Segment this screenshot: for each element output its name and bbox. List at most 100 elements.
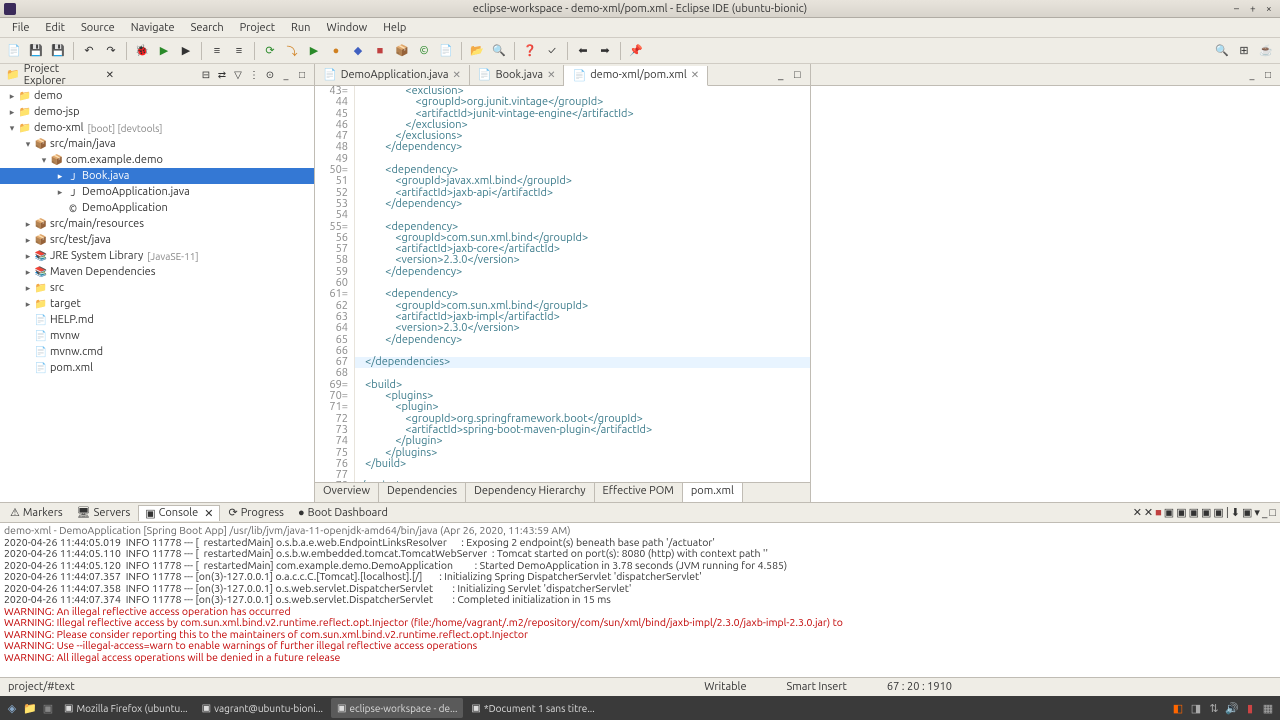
tree-item[interactable]: ▾📦com.example.demo [0,152,314,168]
quick-access-button[interactable]: 🔍 [1212,41,1232,61]
bottom-tab[interactable]: Dependencies [379,483,466,502]
console-toolbar-button[interactable]: ▣ [1242,506,1252,519]
console-toolbar-button[interactable]: ✕ [1144,506,1153,519]
link-editor-button[interactable]: ⇄ [216,69,228,81]
toggle-button[interactable]: ≡ [207,41,227,61]
tree-item[interactable]: ▸📚Maven Dependencies [0,264,314,280]
console-toolbar-button[interactable]: | [1226,507,1229,519]
toggle2-button[interactable]: ≡ [229,41,249,61]
maximize-button[interactable]: + [1250,4,1260,14]
minimize-outline-button[interactable]: _ [1246,69,1258,81]
tree-item[interactable]: ▸📦src/test/java [0,232,314,248]
editor-tab[interactable]: 📄Book.java✕ [470,65,565,85]
bottom-tab[interactable]: pom.xml [683,483,743,502]
console-tab[interactable]: ▣Console✕ [138,505,220,521]
stop-button[interactable]: ■ [370,41,390,61]
console-toolbar-button[interactable]: ✕ [1133,506,1142,519]
console-toolbar-button[interactable]: _ [1262,507,1267,519]
bottom-tab[interactable]: Dependency Hierarchy [466,483,594,502]
tree-item[interactable]: 📄pom.xml [0,360,314,376]
taskbar-item[interactable]: ▣vagrant@ubuntu-bioni... [196,698,329,718]
help-button[interactable]: ❓ [520,41,540,61]
search-button[interactable]: 🔍 [489,41,509,61]
maximize-editor-button[interactable]: □ [794,69,810,81]
console-toolbar-button[interactable]: ⬇ [1231,506,1240,519]
focus-button[interactable]: ⊙ [264,69,276,81]
tool-button[interactable]: ◆ [348,41,368,61]
open-type-button[interactable]: 📂 [467,41,487,61]
tree-item[interactable]: ▸📁demo [0,88,314,104]
minimize-view-button[interactable]: _ [280,69,292,81]
filter-button[interactable]: ▽ [232,69,244,81]
tree-item[interactable]: ▸📁demo-jsp [0,104,314,120]
skip-button[interactable]: ⤵ [282,41,302,61]
code-editor[interactable]: <exclusion> <groupId>org.junit.vintage</… [355,86,810,482]
console-toolbar-button[interactable]: ▾ [1254,506,1260,519]
nav-fwd-button[interactable]: ➡ [595,41,615,61]
console-toolbar-button[interactable]: ▣ [1213,506,1223,519]
menu-file[interactable]: File [4,20,37,36]
files-button[interactable]: 📁 [22,700,38,716]
menu-run[interactable]: Run [283,20,318,36]
menu-search[interactable]: Search [183,20,232,36]
play-button[interactable]: ▶ [304,41,324,61]
close-view-button[interactable]: ✕ [104,69,116,81]
new-pkg-button[interactable]: 📦 [392,41,412,61]
console-toolbar-button[interactable]: □ [1269,507,1276,519]
console-tab[interactable]: ⚠Markers [4,505,69,520]
project-tree[interactable]: ▸📁demo▸📁demo-jsp▾📁demo-xml[boot] [devtoo… [0,86,314,502]
menu-source[interactable]: Source [73,20,123,36]
tree-item[interactable]: ▸📦src/main/resources [0,216,314,232]
maximize-view-button[interactable]: □ [296,69,308,81]
start-button[interactable]: ◈ [4,700,20,716]
taskbar-item[interactable]: ▣Mozilla Firefox (ubuntu... [58,698,194,718]
tree-item[interactable]: ▸📁src [0,280,314,296]
tree-item[interactable]: ©DemoApplication [0,200,314,216]
save-button[interactable]: 💾 [26,41,46,61]
tray-icon[interactable]: ◨ [1188,700,1204,716]
battery-icon[interactable]: ▮ [1242,700,1258,716]
task-button[interactable]: ✓ [542,41,562,61]
menu-project[interactable]: Project [232,20,283,36]
console-toolbar-button[interactable]: ▣ [1176,506,1186,519]
volume-icon[interactable]: 🔊 [1224,700,1240,716]
tree-item[interactable]: 📄mvnw [0,328,314,344]
outline-view[interactable]: _ □ [810,64,1280,502]
build-button[interactable]: ● [326,41,346,61]
menu-help[interactable]: Help [375,20,414,36]
debug-button[interactable]: 🐞 [132,41,152,61]
new-button[interactable]: 📄 [4,41,24,61]
save-all-button[interactable]: 💾 [48,41,68,61]
tree-item[interactable]: ▾📁demo-xml[boot] [devtools] [0,120,314,136]
pin-button[interactable]: 📌 [626,41,646,61]
taskbar-item[interactable]: ▣*Document 1 sans titre... [465,698,600,718]
editor-tab[interactable]: 📄demo-xml/pom.xml✕ [564,66,708,86]
view-menu-button[interactable]: ⋮ [248,69,260,81]
undo-button[interactable]: ↶ [79,41,99,61]
console-tab[interactable]: ⟳Progress [222,505,290,520]
tree-item[interactable]: ▾📦src/main/java [0,136,314,152]
console-output[interactable]: demo-xml - DemoApplication [Spring Boot … [0,523,1280,677]
taskbar-item[interactable]: ▣eclipse-workspace - de... [331,698,463,718]
console-toolbar-button[interactable]: ■ [1155,507,1162,519]
console-toolbar-button[interactable]: ▣ [1189,506,1199,519]
tree-item[interactable]: ▸📚JRE System Library[JavaSE-11] [0,248,314,264]
menu-navigate[interactable]: Navigate [123,20,183,36]
tree-item[interactable]: ▸JBook.java [0,168,314,184]
redo-button[interactable]: ↷ [101,41,121,61]
close-button[interactable]: × [1266,4,1276,14]
minimize-editor-button[interactable]: _ [778,69,794,81]
maximize-outline-button[interactable]: □ [1262,69,1274,81]
coverage-button[interactable]: ▶ [176,41,196,61]
tree-item[interactable]: ▸JDemoApplication.java [0,184,314,200]
new-class-button[interactable]: © [414,41,434,61]
terminal-button[interactable]: ▣ [40,700,56,716]
perspective-button[interactable]: ⊞ [1234,41,1254,61]
network-icon[interactable]: ⇅ [1206,700,1222,716]
menu-edit[interactable]: Edit [37,20,73,36]
nav-back-button[interactable]: ⬅ [573,41,593,61]
relaunch-button[interactable]: ⟳ [260,41,280,61]
minimize-button[interactable]: – [1234,4,1244,14]
run-button[interactable]: ▶ [154,41,174,61]
console-tab[interactable]: 🖥Servers [71,505,137,520]
